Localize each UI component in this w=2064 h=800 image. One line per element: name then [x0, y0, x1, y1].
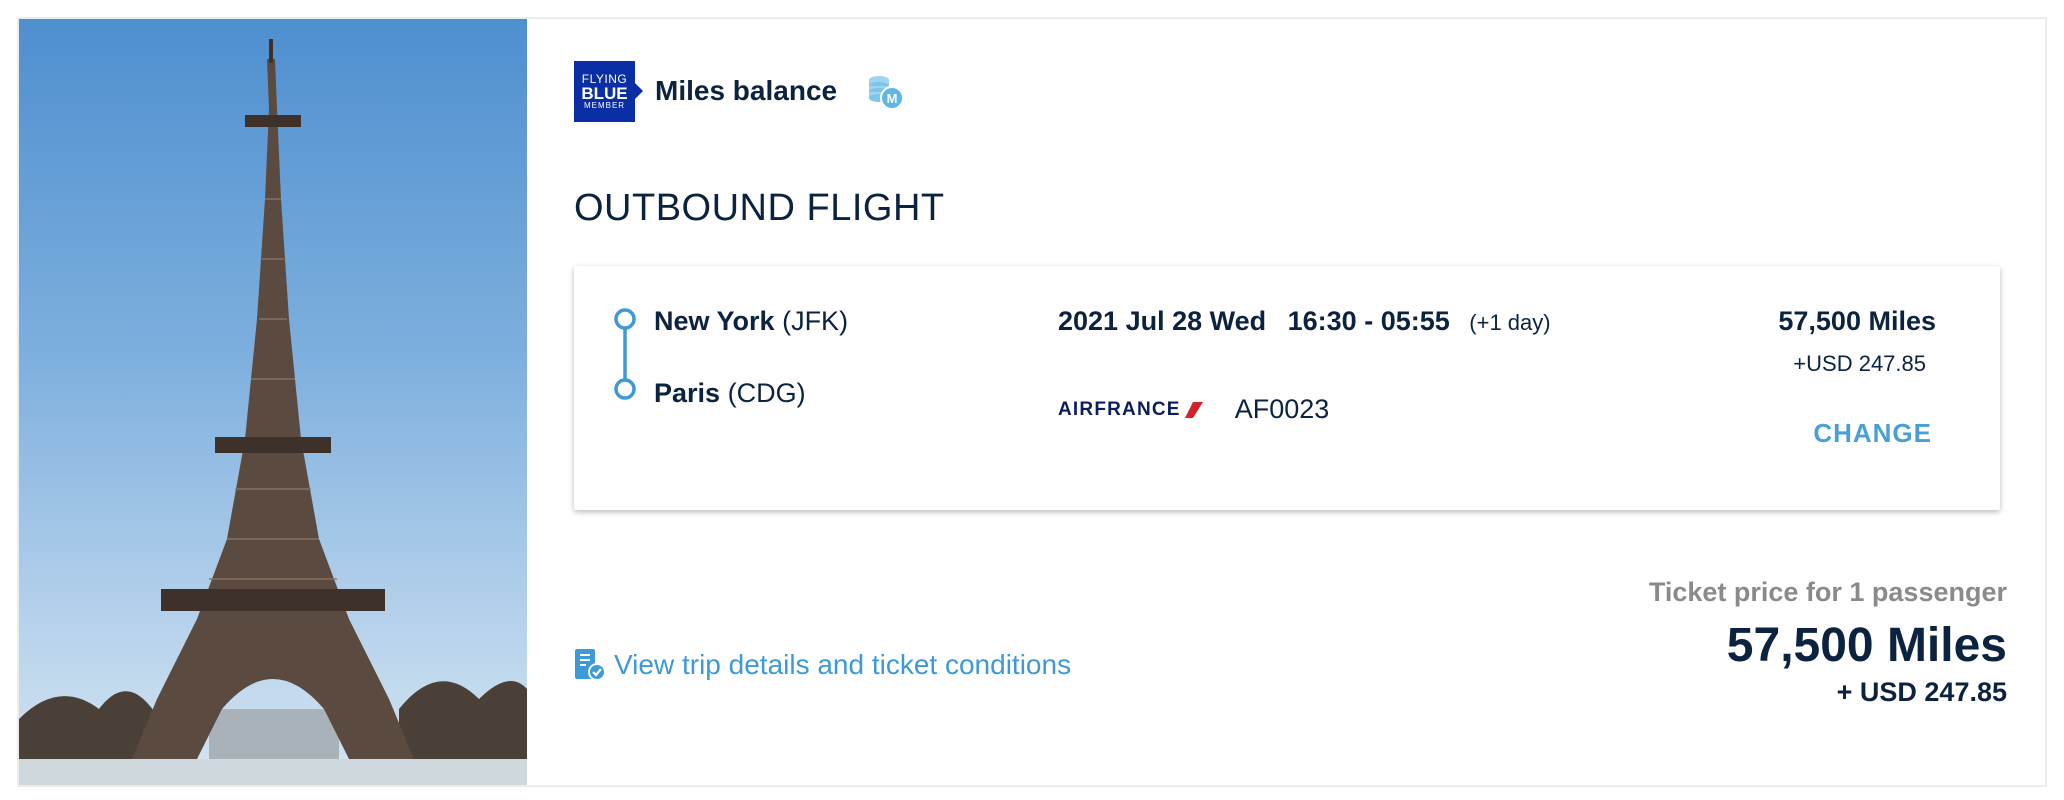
miles-coins-icon[interactable]: M	[865, 71, 905, 111]
booking-content: FLYING BLUE MEMBER Miles balance M OUTBO…	[574, 19, 2045, 785]
total-usd: + USD 247.85	[1836, 677, 2007, 707]
trip-details-link-text[interactable]: View trip details and ticket conditions	[614, 649, 1071, 681]
flight-date: 2021 Jul 28 Wed	[1058, 306, 1267, 336]
day-offset: (+1 day)	[1469, 310, 1551, 335]
trip-details-link[interactable]: View trip details and ticket conditions	[574, 647, 1071, 683]
logo-line-1: FLYING	[581, 71, 628, 86]
airline-info: AIRFRANCE AF0023	[1058, 394, 1329, 425]
miles-badge-letter: M	[887, 91, 898, 106]
route-line-icon	[614, 308, 636, 400]
origin-airport: New York (JFK)	[654, 306, 848, 337]
section-title: OUTBOUND FLIGHT	[574, 187, 945, 229]
flight-price-miles: 57,500 Miles	[1778, 306, 1936, 336]
logo-line-2: BLUE	[581, 83, 628, 103]
flight-time: 16:30 - 05:55	[1287, 306, 1450, 336]
flight-card: New York (JFK) Paris (CDG) 2021 Jul 28 W…	[574, 266, 2000, 510]
destination-photo-eiffel-tower	[19, 19, 527, 785]
miles-balance-row[interactable]: FLYING BLUE MEMBER Miles balance M	[574, 60, 905, 122]
logo-line-3: MEMBER	[583, 100, 626, 110]
ticket-price-caption: Ticket price for 1 passenger	[1648, 577, 2007, 607]
total-miles: 57,500 Miles	[1726, 619, 2007, 672]
air-france-logo: AIRFRANCE	[1058, 398, 1181, 420]
air-france-slash-icon	[1184, 401, 1203, 418]
ticket-total: Ticket price for 1 passenger 57,500 Mile…	[1649, 577, 2007, 708]
miles-balance-label[interactable]: Miles balance	[655, 75, 837, 107]
origin-code: (JFK)	[782, 306, 849, 336]
eiffel-tower-illustration	[19, 39, 527, 785]
destination-code: (CDG)	[727, 378, 806, 408]
change-flight-button[interactable]: CHANGE	[1813, 418, 1932, 449]
destination-city: Paris	[654, 378, 721, 408]
origin-city: New York	[654, 306, 775, 336]
flight-number: AF0023	[1234, 394, 1330, 424]
ticket-check-icon[interactable]	[574, 647, 606, 683]
flight-price-usd: +USD 247.85	[1793, 351, 1926, 376]
flying-blue-member-logo: FLYING BLUE MEMBER	[574, 60, 643, 122]
flight-price: 57,500 Miles +USD 247.85	[1778, 306, 1936, 377]
destination-airport: Paris (CDG)	[654, 378, 806, 409]
flight-schedule: 2021 Jul 28 Wed 16:30 - 05:55 (+1 day)	[1058, 306, 1551, 337]
booking-summary-card: FLYING BLUE MEMBER Miles balance M OUTBO…	[17, 17, 2047, 787]
